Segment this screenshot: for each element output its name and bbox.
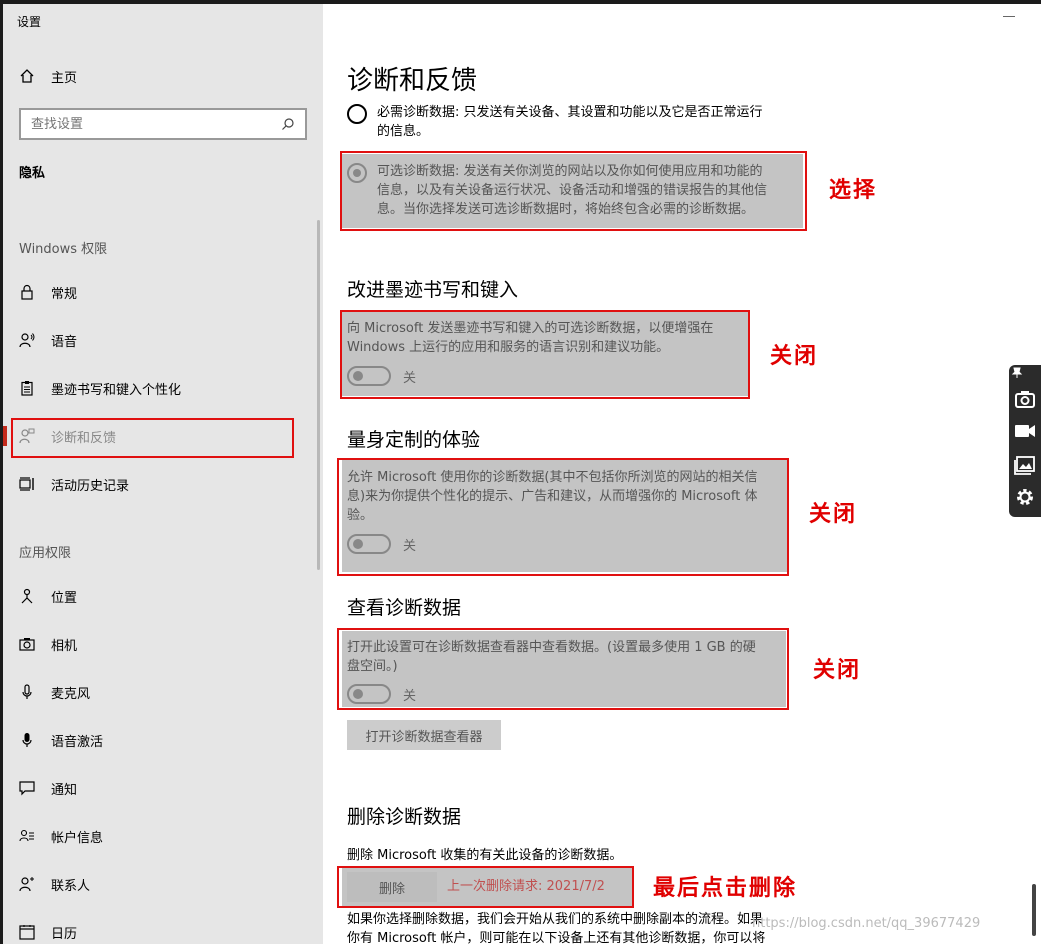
pin-icon[interactable]: [1011, 367, 1023, 379]
sidebar-item-activity-history[interactable]: 活动历史记录: [3, 464, 323, 504]
required-option-line2: 的信息。: [377, 124, 430, 139]
contacts-icon: [19, 876, 35, 892]
active-indicator: [3, 426, 7, 446]
sidebar-item-contacts[interactable]: 联系人: [3, 864, 323, 904]
sidebar-item-label: 麦克风: [51, 686, 91, 702]
app-permissions-heading: 应用权限: [19, 546, 72, 561]
required-option-line1: 必需诊断数据: 只发送有关设备、其设置和功能以及它是否正常运行: [377, 105, 763, 120]
lock-icon: [19, 284, 35, 300]
camera-icon: [19, 636, 35, 652]
sidebar-item-label: 墨迹书写和键入个性化: [51, 382, 182, 398]
sidebar-item-label: 语音激活: [51, 734, 104, 750]
sidebar-item-calendar[interactable]: 日历: [3, 912, 323, 944]
watermark: https://blog.csdn.net/qq_39677429: [752, 916, 981, 931]
annotation-final-delete: 最后点击删除: [653, 875, 798, 901]
sidebar-item-label: 相机: [51, 638, 78, 654]
delete-data-heading: 删除诊断数据: [347, 806, 462, 828]
gear-icon[interactable]: [1013, 485, 1037, 509]
page-scrollbar[interactable]: [1032, 884, 1036, 936]
sidebar: 设置 主页 隐私 Windows 权限 常规 语音: [3, 4, 323, 944]
page-title: 诊断和反馈: [347, 66, 478, 96]
app-title: 设置: [17, 15, 42, 29]
sidebar-item-general[interactable]: 常规: [3, 272, 323, 312]
tailored-heading: 量身定制的体验: [347, 429, 481, 451]
sidebar-item-speech[interactable]: 语音: [3, 320, 323, 360]
home-icon: [19, 68, 35, 84]
annotation-box-view-data: [337, 628, 789, 710]
video-icon[interactable]: [1013, 419, 1037, 443]
required-diagnostic-option[interactable]: 必需诊断数据: 只发送有关设备、其设置和功能以及它是否正常运行 的信息。: [347, 103, 763, 141]
sidebar-scrollbar[interactable]: [317, 220, 320, 570]
annotation-box-inking: [340, 310, 750, 399]
annotation-box-delete: [337, 866, 634, 908]
sidebar-item-label: 日历: [51, 926, 78, 942]
camera-icon[interactable]: [1013, 387, 1037, 411]
delete-data-description: 删除 Microsoft 收集的有关此设备的诊断数据。: [347, 848, 623, 863]
delete-footer-line1: 如果你选择删除数据，我们会开始从我们的系统中删除副本的流程。如果: [347, 912, 764, 927]
annotation-box-tailored: [337, 458, 789, 576]
location-icon: [19, 588, 35, 604]
sidebar-item-camera[interactable]: 相机: [3, 624, 323, 664]
annotation-close-tailored: 关闭: [809, 501, 858, 527]
search-input[interactable]: [31, 116, 281, 132]
sidebar-item-label: 常规: [51, 286, 78, 302]
microphone-icon: [19, 684, 35, 700]
clipboard-icon: [19, 380, 35, 396]
annotation-box-diagnostics: [11, 418, 294, 458]
settings-window: 设置 主页 隐私 Windows 权限 常规 语音: [3, 4, 1041, 944]
sidebar-item-notifications[interactable]: 通知: [3, 768, 323, 808]
search-icon: [282, 118, 294, 130]
privacy-heading: 隐私: [19, 166, 46, 181]
sidebar-item-voice-activation[interactable]: 语音激活: [3, 720, 323, 760]
annotation-box-optional: [340, 151, 807, 231]
timeline-icon: [19, 476, 35, 492]
annotation-select: 选择: [829, 177, 878, 203]
sidebar-item-home[interactable]: 主页: [3, 56, 323, 96]
view-data-heading: 查看诊断数据: [347, 597, 462, 619]
sidebar-item-microphone[interactable]: 麦克风: [3, 672, 323, 712]
sidebar-item-label: 通知: [51, 782, 78, 798]
notification-icon: [19, 780, 35, 796]
windows-permissions-heading: Windows 权限: [19, 242, 108, 257]
sidebar-item-label: 联系人: [51, 878, 91, 894]
sidebar-item-location[interactable]: 位置: [3, 576, 323, 616]
screenshot-toolbar: [1009, 365, 1041, 517]
calendar-icon: [19, 924, 35, 940]
sidebar-item-account-info[interactable]: 帐户信息: [3, 816, 323, 856]
sidebar-item-label: 帐户信息: [51, 830, 104, 846]
sidebar-item-label: 主页: [51, 70, 78, 86]
sidebar-item-label: 语音: [51, 334, 78, 350]
required-radio[interactable]: [347, 104, 367, 124]
sidebar-item-label: 活动历史记录: [51, 478, 130, 494]
annotation-close-inking: 关闭: [770, 343, 819, 369]
delete-footer-line2: 你有 Microsoft 帐户，则可能在以下设备上还有其他诊断数据，你可以将: [347, 931, 766, 944]
minimize-icon[interactable]: [1003, 16, 1015, 17]
inking-heading: 改进墨迹书写和键入: [347, 279, 519, 301]
speech-icon: [19, 332, 35, 348]
annotation-close-view-data: 关闭: [813, 657, 862, 683]
voice-activation-icon: [19, 732, 35, 748]
gallery-icon[interactable]: [1013, 453, 1037, 477]
open-diagnostic-viewer-button[interactable]: 打开诊断数据查看器: [347, 720, 501, 750]
sidebar-item-inking[interactable]: 墨迹书写和键入个性化: [3, 368, 323, 408]
sidebar-item-label: 位置: [51, 590, 78, 606]
account-info-icon: [19, 828, 35, 844]
search-box[interactable]: [19, 108, 307, 140]
